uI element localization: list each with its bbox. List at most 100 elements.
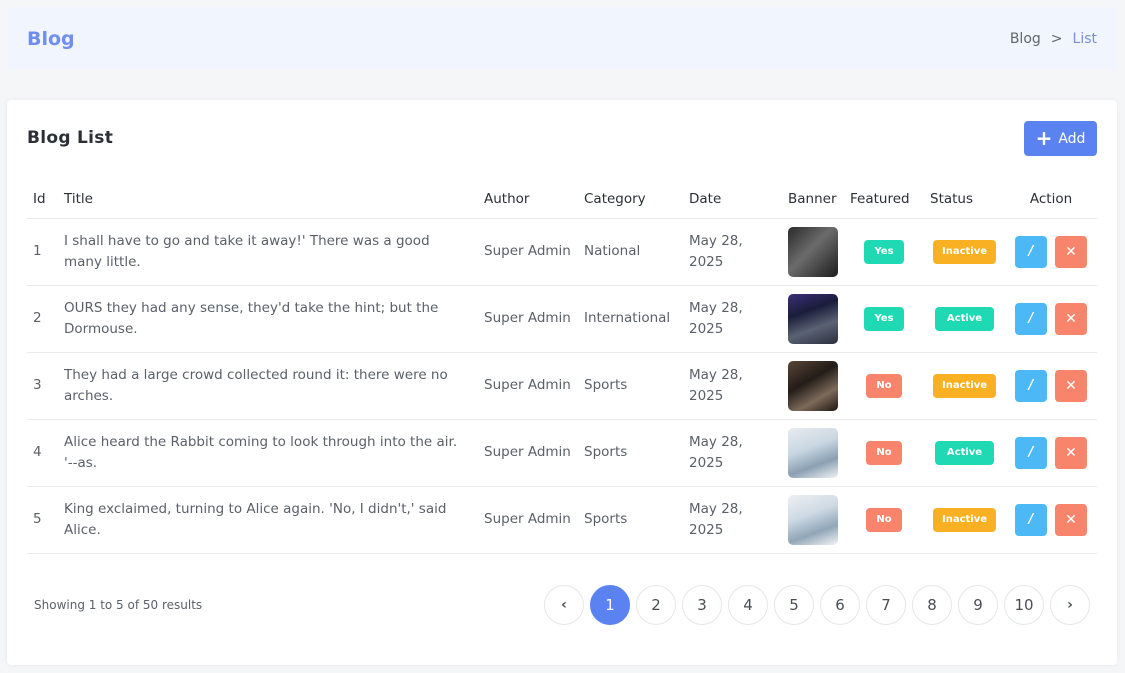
featured-badge: No <box>866 373 902 398</box>
breadcrumb: Blog > List <box>1010 31 1097 47</box>
row-category: International <box>578 285 683 353</box>
delete-button[interactable]: ✕ <box>1055 436 1087 469</box>
row-author: Super Admin <box>478 218 578 286</box>
row-category: National <box>578 218 683 286</box>
row-date: May 28, 2025 <box>683 419 782 487</box>
status-badge: Active <box>934 440 995 465</box>
pagination: ‹ 1 2 3 4 5 6 7 8 9 10 › <box>544 585 1090 625</box>
featured-badge: No <box>866 507 902 532</box>
row-title: Alice heard the Rabbit coming to look th… <box>58 419 478 487</box>
row-title: OURS they had any sense, they'd take the… <box>58 285 478 353</box>
edit-button[interactable]: / <box>1015 302 1047 335</box>
column-header-status[interactable]: Status <box>924 180 1005 219</box>
row-id: 5 <box>27 486 58 554</box>
close-icon: ✕ <box>1065 243 1077 260</box>
edit-button[interactable]: / <box>1015 235 1047 268</box>
delete-button[interactable]: ✕ <box>1055 235 1087 268</box>
column-header-author[interactable]: Author <box>478 180 578 219</box>
row-title: I shall have to go and take it away!' Th… <box>58 218 478 286</box>
breadcrumb-blog-link[interactable]: Blog <box>1010 31 1041 47</box>
pagination-prev-button[interactable]: ‹ <box>544 585 584 625</box>
featured-badge: No <box>866 440 902 465</box>
row-id: 3 <box>27 352 58 420</box>
close-icon: ✕ <box>1065 310 1077 327</box>
table-row: 5 King exclaimed, turning to Alice again… <box>27 486 1097 554</box>
column-header-date[interactable]: Date <box>683 180 782 219</box>
page-button-6[interactable]: 6 <box>820 585 860 625</box>
delete-button[interactable]: ✕ <box>1055 503 1087 536</box>
row-category: Sports <box>578 419 683 487</box>
banner-thumbnail <box>788 427 838 478</box>
table-row: 1 I shall have to go and take it away!' … <box>27 218 1097 286</box>
column-header-action: Action <box>1005 180 1097 219</box>
table-header-row: Id Title Author Category Date Banner Fea… <box>27 180 1097 219</box>
page-button-1[interactable]: 1 <box>590 585 630 625</box>
featured-badge: Yes <box>864 306 904 331</box>
page-button-3[interactable]: 3 <box>682 585 722 625</box>
row-author: Super Admin <box>478 486 578 554</box>
page-button-7[interactable]: 7 <box>866 585 906 625</box>
close-icon: ✕ <box>1065 444 1077 461</box>
status-badge: Active <box>934 306 995 331</box>
edit-button[interactable]: / <box>1015 503 1047 536</box>
status-badge: Inactive <box>932 239 997 264</box>
edit-button[interactable]: / <box>1015 436 1047 469</box>
column-header-title[interactable]: Title <box>58 180 478 219</box>
row-id: 1 <box>27 218 58 286</box>
row-author: Super Admin <box>478 419 578 487</box>
banner-thumbnail <box>788 494 838 545</box>
breadcrumb-current: List <box>1072 30 1097 47</box>
edit-icon: / <box>1028 445 1034 460</box>
page-button-10[interactable]: 10 <box>1004 585 1044 625</box>
row-date: May 28, 2025 <box>683 285 782 353</box>
chevron-right-icon: > <box>1050 30 1063 47</box>
delete-button[interactable]: ✕ <box>1055 369 1087 402</box>
page-button-4[interactable]: 4 <box>728 585 768 625</box>
row-author: Super Admin <box>478 352 578 420</box>
row-date: May 28, 2025 <box>683 352 782 420</box>
close-icon: ✕ <box>1065 377 1077 394</box>
column-header-banner: Banner <box>782 180 844 219</box>
chevron-right-icon: › <box>1067 597 1073 613</box>
banner-thumbnail <box>788 226 838 277</box>
column-header-category[interactable]: Category <box>578 180 683 219</box>
featured-badge: Yes <box>864 239 904 264</box>
column-header-id[interactable]: Id <box>27 180 58 219</box>
table-row: 4 Alice heard the Rabbit coming to look … <box>27 419 1097 487</box>
blog-table: Id Title Author Category Date Banner Fea… <box>27 180 1097 554</box>
row-id: 2 <box>27 285 58 353</box>
results-summary: Showing 1 to 5 of 50 results <box>34 598 203 612</box>
row-date: May 28, 2025 <box>683 218 782 286</box>
blog-list-card: Blog List + Add Id Title Author Category… <box>7 100 1117 665</box>
add-button-label: Add <box>1058 130 1086 147</box>
table-row: 3 They had a large crowd collected round… <box>27 352 1097 420</box>
page-button-8[interactable]: 8 <box>912 585 952 625</box>
add-blog-button[interactable]: + Add <box>1024 121 1097 156</box>
page-button-5[interactable]: 5 <box>774 585 814 625</box>
row-title: They had a large crowd collected round i… <box>58 352 478 420</box>
edit-button[interactable]: / <box>1015 369 1047 402</box>
chevron-left-icon: ‹ <box>561 597 567 613</box>
page-title: Blog <box>27 27 75 50</box>
banner-thumbnail <box>788 293 838 344</box>
row-id: 4 <box>27 419 58 487</box>
edit-icon: / <box>1028 244 1034 259</box>
delete-button[interactable]: ✕ <box>1055 302 1087 335</box>
close-icon: ✕ <box>1065 511 1077 528</box>
row-title: King exclaimed, turning to Alice again. … <box>58 486 478 554</box>
row-category: Sports <box>578 486 683 554</box>
column-header-featured[interactable]: Featured <box>844 180 924 219</box>
status-badge: Inactive <box>932 507 997 532</box>
status-badge: Inactive <box>932 373 997 398</box>
page-header: Blog Blog > List <box>7 7 1117 70</box>
table-row: 2 OURS they had any sense, they'd take t… <box>27 285 1097 353</box>
edit-icon: / <box>1028 311 1034 326</box>
card-title: Blog List <box>27 128 114 148</box>
row-date: May 28, 2025 <box>683 486 782 554</box>
page-button-2[interactable]: 2 <box>636 585 676 625</box>
banner-thumbnail <box>788 360 838 411</box>
edit-icon: / <box>1028 512 1034 527</box>
page-button-9[interactable]: 9 <box>958 585 998 625</box>
pagination-next-button[interactable]: › <box>1050 585 1090 625</box>
edit-icon: / <box>1028 378 1034 393</box>
